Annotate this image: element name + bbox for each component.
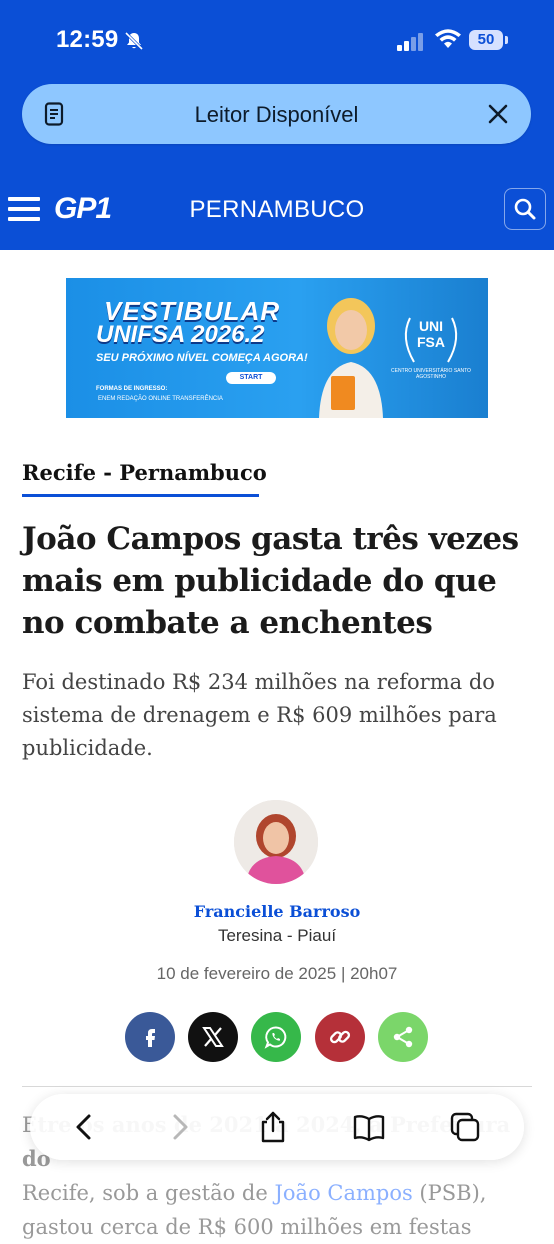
article-divider xyxy=(22,1086,532,1087)
author-photo xyxy=(234,800,318,884)
share-facebook-button[interactable] xyxy=(125,1012,175,1062)
tabs-icon[interactable] xyxy=(448,1110,482,1144)
status-time: 12:59 xyxy=(56,26,119,53)
whatsapp-icon xyxy=(264,1026,287,1049)
ad-student-image xyxy=(319,298,383,418)
wifi-icon xyxy=(435,29,461,48)
ad-seal-uni: UNI xyxy=(418,318,444,334)
ad-seal-sub: CENTRO UNIVERSITÁRIO SANTO AGOSTINHO xyxy=(391,368,471,380)
ad-unifsa-seal: UNI FSA CENTRO UNIVERSITÁRIO SANTO AGOST… xyxy=(391,308,471,380)
link-icon xyxy=(329,1030,351,1044)
author-location: Teresina - Piauí xyxy=(217,926,337,945)
close-icon[interactable] xyxy=(486,102,510,126)
back-icon[interactable] xyxy=(68,1110,102,1144)
body-link-joao-campos[interactable]: João Campos xyxy=(274,1181,412,1205)
body-text-segment: Recife, sob a gestão de xyxy=(22,1181,275,1205)
ad-forms-options: ENEM REDAÇÃO ONLINE TRANSFERÊNCIA xyxy=(98,396,223,402)
article-headline: João Campos gasta três vezes mais em pub… xyxy=(22,521,519,641)
article-category[interactable]: Recife - Pernambuco xyxy=(22,460,267,485)
reader-available-banner[interactable]: Leitor Disponível xyxy=(22,84,531,144)
body-text-segment: (PSB), xyxy=(412,1181,487,1205)
x-icon xyxy=(202,1027,224,1047)
facebook-icon xyxy=(146,1029,155,1047)
battery-indicator: 50 xyxy=(469,30,509,52)
ad-start-button: START xyxy=(226,372,276,384)
body-line-3: gastou cerca de R$ 600 milhões em festas xyxy=(22,1215,472,1239)
ad-banner[interactable]: VESTIBULAR UNIFSA 2026.2 SEU PRÓXIMO NÍV… xyxy=(66,278,488,418)
article-date: 10 de fevereiro de 2025 | 20h07 xyxy=(156,964,398,983)
body-line-2: Recife, sob a gestão de João Campos (PSB… xyxy=(22,1176,537,1210)
share-icon xyxy=(393,1026,413,1048)
author-name[interactable]: Francielle Barroso xyxy=(0,902,554,921)
battery-level: 50 xyxy=(469,30,503,50)
category-underline xyxy=(22,494,259,497)
share-whatsapp-button[interactable] xyxy=(251,1012,301,1062)
cellular-signal-icon xyxy=(397,33,423,51)
section-title[interactable]: PERNAMBUCO xyxy=(0,196,554,224)
share-x-button[interactable] xyxy=(188,1012,238,1062)
bookmarks-icon[interactable] xyxy=(352,1110,386,1144)
ad-tagline: SEU PRÓXIMO NÍVEL COMEÇA AGORA! xyxy=(96,352,308,364)
browser-toolbar xyxy=(30,1094,524,1160)
share-icon[interactable] xyxy=(256,1110,290,1144)
article-subhead: Foi destinado R$ 234 milhões na reforma … xyxy=(22,670,497,760)
reader-label: Leitor Disponível xyxy=(194,102,359,127)
search-icon xyxy=(514,198,536,220)
author-avatar[interactable] xyxy=(234,800,318,884)
forward-icon[interactable] xyxy=(162,1110,196,1144)
ad-seal-fsa: FSA xyxy=(417,334,445,350)
ad-headline-2: UNIFSA 2026.2 xyxy=(96,321,265,348)
battery-nub xyxy=(505,36,508,44)
share-link-button[interactable] xyxy=(315,1012,365,1062)
search-button[interactable] xyxy=(504,188,546,230)
status-bar: 12:59 50 xyxy=(0,0,554,80)
silent-bell-icon xyxy=(124,31,144,51)
ad-forms-title: FORMAS DE INGRESSO: xyxy=(96,386,168,392)
site-header: GP1 PERNAMBUCO xyxy=(0,180,554,240)
share-more-button[interactable] xyxy=(378,1012,428,1062)
